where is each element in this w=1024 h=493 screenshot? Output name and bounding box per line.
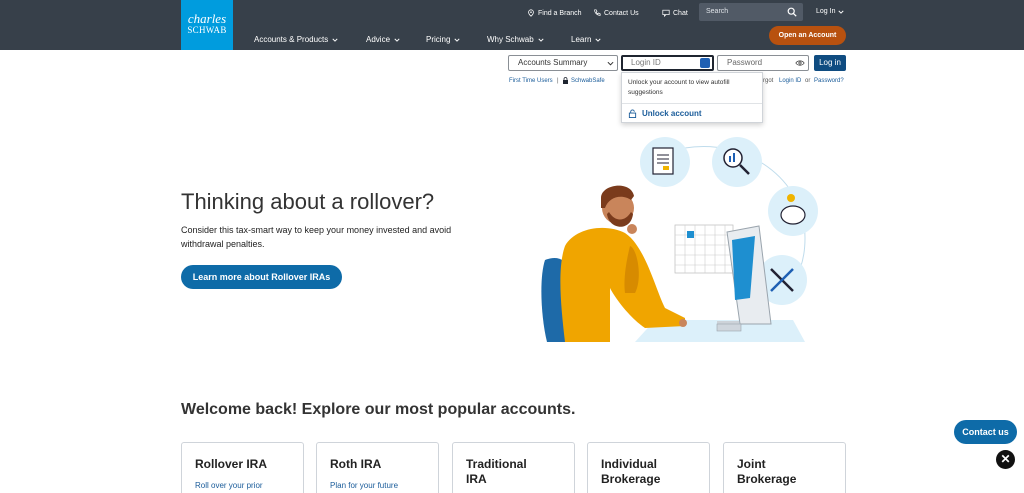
nav-why-schwab[interactable]: Why Schwab [487, 35, 544, 44]
hero-subtitle: Consider this tax-smart way to keep your… [181, 225, 452, 249]
card-title-line1: Joint [737, 457, 766, 471]
account-card-rollover-ira[interactable]: Rollover IRA Roll over your prior [181, 442, 304, 493]
card-title: Roth IRA [330, 457, 382, 471]
rollover-illustration [541, 137, 818, 342]
site-header: charles SCHWAB Find a Branch Contact Us … [0, 0, 1024, 50]
chevron-down-icon [607, 61, 614, 66]
card-title-line1: Individual [601, 457, 658, 471]
chevron-down-icon [332, 38, 338, 42]
first-time-users-link[interactable]: First Time Users [509, 78, 553, 84]
nav-accounts-products[interactable]: Accounts & Products [254, 35, 338, 44]
nav-advice[interactable]: Advice [366, 35, 400, 44]
account-card-individual-brokerage[interactable]: Individual Brokerage [587, 442, 710, 493]
schwabsafe-link[interactable]: SchwabSafe [571, 78, 605, 84]
login-id-placeholder: Login ID [631, 58, 661, 67]
login-menu-label: Log In [816, 8, 836, 15]
close-contact-button[interactable]: ✕ [996, 450, 1015, 469]
search-icon[interactable] [787, 7, 797, 17]
person-thinking [560, 185, 687, 342]
contact-us-label: Contact Us [604, 9, 639, 17]
phone-icon [594, 9, 601, 16]
nav-why-schwab-label: Why Schwab [487, 35, 534, 44]
rollover-ira-cta-button[interactable]: Learn more about Rollover IRAs [181, 265, 342, 289]
piggy-bank-bubble-icon [768, 186, 818, 236]
search-input[interactable]: Search [699, 3, 803, 21]
login-menu[interactable]: Log In [816, 8, 845, 15]
grid-board [674, 224, 734, 274]
chevron-down-icon [454, 38, 461, 42]
card-title-line2: Brokerage [737, 472, 797, 486]
lock-icon [563, 77, 568, 84]
show-password-eye-icon[interactable] [795, 59, 805, 67]
contact-us-floating-button[interactable]: Contact us [954, 420, 1017, 444]
login-id-input[interactable]: Login ID [621, 55, 714, 71]
link-separator: | [557, 78, 559, 84]
chat-label: Chat [673, 9, 688, 17]
chevron-down-icon [595, 38, 602, 42]
chevron-down-icon [538, 38, 544, 42]
nav-learn[interactable]: Learn [571, 35, 602, 44]
location-pin-icon [528, 9, 534, 17]
unlock-icon [628, 109, 637, 118]
forgot-or: or [805, 78, 811, 84]
forgot-login-id-link[interactable]: Login ID [779, 78, 801, 84]
autofill-popup: Unlock your account to view autofill sug… [621, 72, 763, 123]
find-branch-label: Find a Branch [538, 9, 582, 17]
popup-divider [622, 103, 762, 104]
nav-advice-label: Advice [366, 35, 391, 44]
autofill-message: Unlock your account to view autofill sug… [628, 79, 730, 96]
account-card-roth-ira[interactable]: Roth IRA Plan for your future [316, 442, 439, 493]
find-branch-link[interactable]: Find a Branch [527, 5, 582, 21]
nav-learn-label: Learn [571, 35, 592, 44]
nav-accounts-products-label: Accounts & Products [254, 35, 329, 44]
keyboard [716, 323, 742, 332]
nav-pricing[interactable]: Pricing [426, 35, 461, 44]
card-title-line1: Traditional [466, 457, 527, 471]
schwab-logo[interactable]: charles SCHWAB [181, 0, 233, 50]
account-card-traditional-ira[interactable]: Traditional IRA [452, 442, 575, 493]
forgot-password-link[interactable]: Password? [814, 78, 844, 84]
password-placeholder: Password [727, 58, 763, 67]
password-manager-key-icon[interactable] [700, 58, 710, 68]
open-account-button[interactable]: Open an Account [769, 26, 846, 45]
card-description[interactable]: Roll over your prior [195, 481, 263, 490]
chat-link[interactable]: Chat [662, 5, 688, 21]
account-type-value: Accounts Summary [518, 58, 588, 67]
search-placeholder: Search [706, 8, 729, 15]
card-title-line2: Brokerage [601, 472, 661, 486]
password-input[interactable]: Password [717, 55, 809, 71]
unlock-account-button[interactable]: Unlock account [628, 109, 702, 118]
chevron-down-icon [838, 10, 845, 14]
login-submit-button[interactable]: Log in [814, 55, 846, 71]
card-description[interactable]: Plan for your future [330, 481, 398, 490]
card-title: Individual Brokerage [601, 457, 660, 487]
logo-line1: charles [187, 11, 227, 26]
card-title: Rollover IRA [195, 457, 268, 471]
contact-us-link[interactable]: Contact Us [593, 5, 639, 21]
card-title-line2: IRA [466, 472, 487, 486]
card-title: Joint Brokerage [737, 457, 796, 487]
forgot-prefix: rgot [763, 78, 774, 84]
nav-pricing-label: Pricing [426, 35, 451, 44]
chat-bubble-icon [662, 9, 670, 17]
document-bubble-icon [640, 137, 690, 187]
account-type-select[interactable]: Accounts Summary [508, 55, 618, 71]
popular-accounts-heading: Welcome back! Explore our most popular a… [181, 401, 576, 418]
chevron-down-icon [394, 38, 400, 42]
magnifier-chart-bubble-icon [712, 137, 762, 187]
hero-title: Thinking about a rollover? [181, 189, 435, 214]
account-card-joint-brokerage[interactable]: Joint Brokerage [723, 442, 846, 493]
logo-line2: SCHWAB [187, 25, 227, 35]
unlock-account-label: Unlock account [642, 109, 702, 118]
card-title: Traditional IRA [466, 457, 527, 487]
